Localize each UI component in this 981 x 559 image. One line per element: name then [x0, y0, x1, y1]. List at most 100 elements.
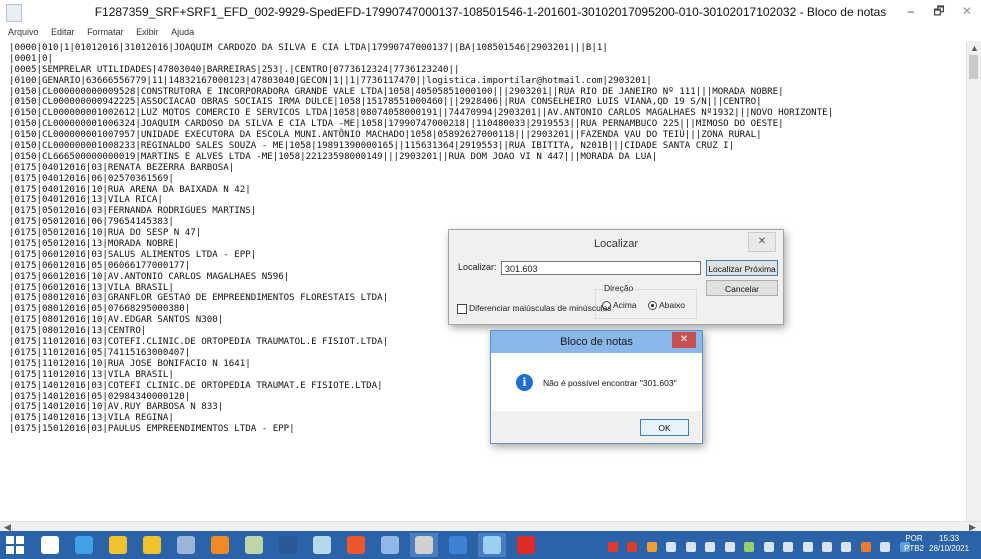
- windows-start-icon[interactable]: [6, 536, 24, 554]
- network-icon[interactable]: [821, 542, 832, 552]
- app-icon: [381, 536, 399, 554]
- cortana-icon: [449, 536, 467, 554]
- taskbar-app-icon[interactable]: [478, 533, 506, 557]
- taskbar-firefox-icon[interactable]: [342, 533, 370, 557]
- keyboard-layout: PTB2: [904, 544, 925, 553]
- menu-formatar[interactable]: Formatar: [87, 27, 124, 37]
- find-input[interactable]: 301.603: [501, 261, 701, 275]
- taskbar-cortana-icon[interactable]: [444, 533, 472, 557]
- text-line[interactable]: |0175|08012016|13|CENTRO|: [9, 326, 967, 337]
- text-line[interactable]: |0175|04012016|06|02570361569|: [9, 174, 967, 185]
- cancel-button[interactable]: Cancelar: [706, 280, 778, 296]
- text-line[interactable]: |0175|14012016|03|COTEFI CLINIC.DE ORTOP…: [9, 381, 967, 392]
- taskbar-app-icon[interactable]: [308, 533, 336, 557]
- tray-app-icon[interactable]: [802, 542, 813, 552]
- taskbar-app-icon[interactable]: [172, 533, 200, 557]
- language-code: POR: [905, 534, 923, 543]
- text-line[interactable]: |0175|11012016|03|COTEFI.CLINIC.DE ORTOP…: [9, 337, 967, 348]
- menu-ajuda[interactable]: Ajuda: [171, 27, 194, 37]
- menu-exibir[interactable]: Exibir: [136, 27, 159, 37]
- direction-down-radio[interactable]: Abaixo: [648, 300, 685, 311]
- firefox-icon: [347, 536, 365, 554]
- text-line[interactable]: |0150|CL000000001006324|JOAQUIM CARDOSO …: [9, 119, 967, 130]
- tray-app-icon[interactable]: [646, 542, 657, 552]
- scroll-up-icon[interactable]: ▲: [970, 43, 979, 53]
- clock-time: 15:33: [939, 534, 960, 543]
- vertical-scrollbar[interactable]: ▲: [966, 41, 981, 522]
- text-line[interactable]: |0000|010|1|01012016|31012016|JOAQUIM CA…: [9, 43, 967, 54]
- menu-arquivo[interactable]: Arquivo: [8, 27, 39, 37]
- scroll-thumb[interactable]: [969, 55, 978, 79]
- tray-app-icon[interactable]: [880, 542, 891, 552]
- text-line[interactable]: |0175|05012016|06|79654145383|: [9, 217, 967, 228]
- tray-app-icon[interactable]: [608, 542, 618, 552]
- tray-app-icon[interactable]: [860, 542, 871, 552]
- text-line[interactable]: |0175|11012016|05|74115163000407|: [9, 348, 967, 359]
- tray-app-icon[interactable]: [705, 542, 716, 552]
- text-line[interactable]: |0175|04012016|03|RENATA BEZERRA BARBOSA…: [9, 163, 967, 174]
- message-box-header: Bloco de notas ✕: [491, 331, 702, 353]
- taskbar-paint-icon[interactable]: [206, 533, 234, 557]
- find-close-button[interactable]: ✕: [748, 232, 776, 252]
- text-line[interactable]: |0005|SEMPRELAR UTILIDADES|47803040|BARR…: [9, 65, 967, 76]
- calculator-icon: [245, 536, 263, 554]
- taskbar-calculator-icon[interactable]: [240, 533, 268, 557]
- message-box: Bloco de notas ✕ i Não é possível encont…: [490, 330, 703, 444]
- taskbar-word-icon[interactable]: [274, 533, 302, 557]
- title-bar[interactable]: F1287359_SRF+SRF1_EFD_002-9929-SpedEFD-1…: [0, 0, 981, 26]
- app-icon: [177, 536, 195, 554]
- tray-app-icon[interactable]: [783, 542, 794, 552]
- text-line[interactable]: |0150|CL000000001008233|REGINALDO SALES …: [9, 141, 967, 152]
- taskbar-chrome-icon[interactable]: [104, 533, 132, 557]
- text-line[interactable]: |0150|CL000000001007957|UNIDADE EXECUTOR…: [9, 130, 967, 141]
- minimize-button[interactable]: –: [897, 0, 925, 22]
- text-line[interactable]: |0175|04012016|10|RUA ARENA DA BAIXADA N…: [9, 185, 967, 196]
- text-line[interactable]: |0100|GENARIO|63666556779|11|14832167000…: [9, 76, 967, 87]
- message-text: Não é possível encontrar "301.603": [543, 378, 677, 388]
- tray-app-icon[interactable]: [724, 542, 735, 552]
- maximize-button[interactable]: 🗗: [925, 0, 953, 22]
- clock[interactable]: 15:33 28/10/2021: [929, 534, 969, 554]
- find-dialog-title: Localizar: [593, 238, 639, 250]
- tray-app-icon[interactable]: [763, 542, 774, 552]
- taskbar-edge-chromium-icon[interactable]: [70, 533, 98, 557]
- close-button[interactable]: ✕: [953, 0, 981, 22]
- match-case-label: Diferenciar maiúsculas de minúsculas: [469, 303, 612, 313]
- match-case-checkbox[interactable]: Diferenciar maiúsculas de minúsculas: [457, 303, 612, 314]
- clock-date: 28/10/2021: [929, 544, 970, 553]
- menu-editar[interactable]: Editar: [51, 27, 75, 37]
- text-line[interactable]: |0001|0|: [9, 54, 967, 65]
- text-line[interactable]: |0150|CL000000001002612|LUZ MOTOS COMERC…: [9, 108, 967, 119]
- ok-button[interactable]: OK: [640, 419, 689, 436]
- text-line[interactable]: |0175|15012016|03|PAULUS EMPREENDIMENTOS…: [9, 424, 967, 435]
- message-body: i Não é possível encontrar "301.603" OK: [492, 353, 701, 442]
- direction-down-label: Abaixo: [659, 300, 685, 310]
- chrome-icon: [109, 536, 127, 554]
- text-line[interactable]: |0175|04012016|13|VILA RICA|: [9, 195, 967, 206]
- system-tray: [608, 539, 915, 552]
- taskbar-acrobat-icon[interactable]: [512, 533, 540, 557]
- text-line[interactable]: |0175|05012016|03|FERNANDA RODRIGUES MAR…: [9, 206, 967, 217]
- text-line[interactable]: |0175|11012016|10|RUA JOSE BONIFACIO N 1…: [9, 359, 967, 370]
- taskbar-app-icon[interactable]: [410, 533, 438, 557]
- text-line[interactable]: |0175|14012016|10|AV.RUY BARBOSA N 833|: [9, 402, 967, 413]
- text-line[interactable]: |0150|CL666500000000019|MARTINS E ALVES …: [9, 152, 967, 163]
- text-line[interactable]: |0175|14012016|13|VILA REGINA|: [9, 413, 967, 424]
- text-line[interactable]: |0175|11012016|13|VILA BRASIL|: [9, 370, 967, 381]
- taskbar-app-icon[interactable]: [376, 533, 404, 557]
- find-next-button[interactable]: Localizar Próxima: [706, 260, 778, 276]
- text-line[interactable]: |0175|14012016|05|02984340000120|: [9, 392, 967, 403]
- text-line[interactable]: |0150|CL000000000009528|CONSTRUTORA E IN…: [9, 87, 967, 98]
- text-line[interactable]: |0150|CL000000000942225|ASSOCIACAO OBRAS…: [9, 97, 967, 108]
- taskbar-edge-icon[interactable]: [36, 533, 64, 557]
- tray-app-icon[interactable]: [666, 542, 677, 552]
- tray-app-icon[interactable]: [744, 542, 755, 552]
- tray-app-icon[interactable]: [627, 542, 638, 552]
- taskbar-file-explorer-icon[interactable]: [138, 533, 166, 557]
- direction-up-label: Acima: [613, 300, 637, 310]
- language-indicator[interactable]: POR PTB2: [904, 534, 924, 554]
- edge-chromium-icon: [75, 536, 93, 554]
- message-close-button[interactable]: ✕: [672, 332, 696, 348]
- tray-app-icon[interactable]: [685, 542, 696, 552]
- volume-icon[interactable]: [841, 542, 852, 552]
